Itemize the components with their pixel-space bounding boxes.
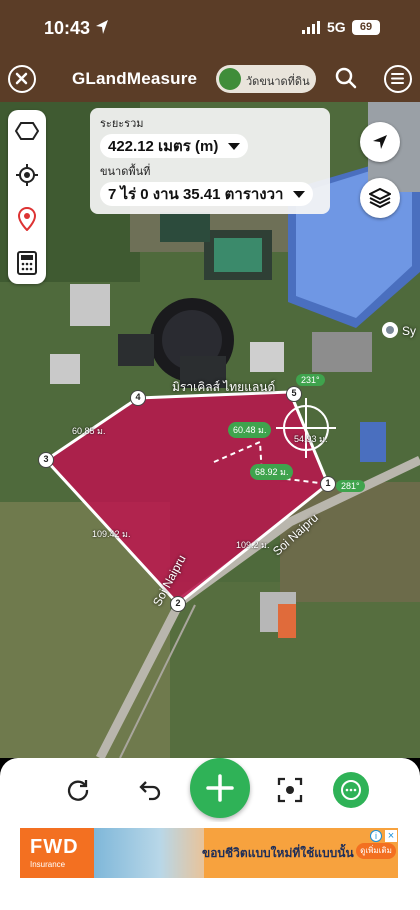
edge-length-tag: 68.92 ม. [250, 464, 294, 480]
undo-button[interactable] [132, 772, 168, 808]
pin-tool-button[interactable] [8, 198, 46, 240]
mode-pill[interactable]: วัดขนาดที่ดิน [216, 65, 316, 93]
satellite-map[interactable]: 1 2 3 4 5 60.85 ม. 109.42 ม. 109.2 ม. 54… [0, 102, 420, 758]
total-distance-value: 422.12 เมตร (m) [108, 138, 219, 155]
total-distance-select[interactable]: 422.12 เมตร (m) [100, 134, 249, 158]
vertex-marker[interactable]: 5 [286, 386, 302, 402]
vertex-marker[interactable]: 1 [320, 476, 336, 492]
chevron-down-icon [228, 142, 241, 150]
tool-stack [8, 110, 46, 284]
ad-logo: FWD Insurance [20, 828, 94, 878]
pin-icon [18, 207, 36, 231]
focus-icon [277, 777, 303, 803]
bottom-toolbar [0, 758, 420, 822]
mode-pill-label: วัดขนาดที่ดิน [246, 76, 310, 88]
add-point-button[interactable] [190, 758, 250, 818]
angle-tag: 281° [336, 480, 365, 492]
my-location-button[interactable] [8, 154, 46, 196]
home-indicator-area [0, 878, 420, 910]
app-title: GLandMeasure [72, 69, 198, 88]
ad-info-icon[interactable]: i [370, 830, 382, 842]
ad-margin [398, 828, 420, 878]
layers-icon [369, 187, 391, 209]
chevron-down-icon [293, 190, 306, 198]
compass-icon [373, 135, 387, 149]
hexagon-icon [15, 122, 39, 140]
plus-icon [206, 774, 234, 802]
network-label: 5G [327, 19, 346, 35]
compass-button[interactable] [360, 122, 400, 162]
area-select[interactable]: 7 ไร่ 0 งาน 35.41 ตารางวา [100, 182, 314, 206]
edge-length-label: 109.2 ม. [236, 540, 270, 550]
close-icon [15, 72, 28, 85]
map-poi-icon [382, 322, 398, 338]
ad-text-block: ขอบชีวิตแบบใหม่ที่ใช้แบบนั้น ดูเพิ่มเติม [202, 828, 398, 878]
app-bar: GLandMeasure วัดขนาดที่ดิน [0, 56, 420, 102]
ad-close-icon[interactable]: × [385, 830, 397, 842]
vertex-marker[interactable]: 4 [130, 390, 146, 406]
calculator-icon [17, 251, 37, 275]
search-icon[interactable] [334, 66, 358, 90]
ad-banner[interactable]: FWD Insurance ขอบชีวิตแบบใหม่ที่ใช้แบบนั… [20, 828, 398, 878]
calculator-button[interactable] [8, 242, 46, 284]
edge-length-tag: 60.48 ม. [228, 422, 272, 438]
crosshair-icon [16, 164, 38, 186]
total-distance-label: ระยะรวม [100, 118, 144, 130]
battery-indicator: 69 [352, 20, 380, 35]
measurement-panel: ระยะรวม 422.12 เมตร (m) ขนาดพื้นที่ 7 ไร… [90, 108, 330, 214]
location-arrow-icon [96, 20, 108, 34]
place-label: มิราเคิลส์ ไทยแลนด์ [172, 380, 276, 394]
ad-cta-button[interactable]: ดูเพิ่มเติม [356, 843, 396, 859]
edge-length-label: 54.93 ม. [294, 434, 328, 444]
signal-icon [302, 21, 320, 34]
ad-brand-sub: Insurance [30, 860, 66, 869]
edge-length-label: 109.42 ม. [92, 529, 131, 539]
vertex-marker[interactable]: 2 [170, 596, 186, 612]
angle-tag: 231° [296, 374, 325, 386]
area-label: ขนาดพื้นที่ [100, 166, 151, 178]
area-value: 7 ไร่ 0 งาน 35.41 ตารางวา [108, 186, 284, 203]
polygon-tool-button[interactable] [8, 110, 46, 152]
ad-image [94, 828, 204, 878]
menu-button[interactable] [384, 65, 412, 93]
rotate-icon [67, 780, 89, 801]
ad-brand: FWD [30, 836, 79, 858]
chat-button[interactable] [333, 772, 369, 808]
menu-icon [391, 73, 404, 84]
reset-button[interactable] [60, 772, 96, 808]
status-bar: 10:43 5G 69 [0, 0, 420, 56]
undo-icon [139, 781, 161, 801]
edge-length-label: 60.85 ม. [72, 426, 106, 436]
vertex-marker[interactable]: 3 [38, 452, 54, 468]
chat-icon [341, 780, 361, 800]
leaf-icon [219, 68, 241, 90]
ad-margin [0, 828, 20, 878]
status-time: 10:43 [44, 18, 91, 38]
place-label: Sy [402, 324, 417, 338]
focus-button[interactable] [272, 772, 308, 808]
close-button[interactable] [8, 65, 36, 93]
ad-text: ขอบชีวิตแบบใหม่ที่ใช้แบบนั้น [202, 846, 354, 860]
layers-button[interactable] [360, 178, 400, 218]
